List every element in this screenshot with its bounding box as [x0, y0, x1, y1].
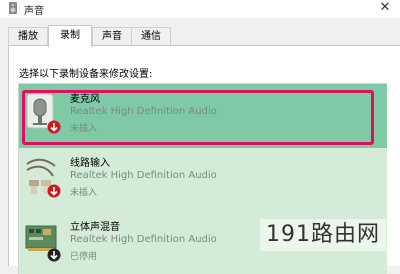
device-line-in[interactable]: 线路输入 Realtek High Definition Audio 未插入: [19, 148, 387, 212]
device-description: Realtek High Definition Audio: [70, 234, 217, 245]
tab-recording[interactable]: 录制: [48, 25, 92, 47]
window-title: 声音: [24, 6, 44, 17]
selection-highlight-frame: [22, 90, 374, 145]
tab-playback[interactable]: 播放: [8, 27, 48, 45]
device-description: Realtek High Definition Audio: [70, 170, 217, 181]
device-name: 线路输入: [70, 158, 110, 169]
close-button[interactable]: ✕: [370, 0, 400, 18]
device-status: 未插入: [70, 188, 98, 198]
device-status: 已停用: [70, 252, 98, 262]
unplugged-arrow-icon: [47, 184, 61, 198]
disabled-arrow-icon: [47, 248, 61, 262]
tab-sounds[interactable]: 声音: [92, 27, 132, 45]
watermark: 191路由网: [260, 219, 386, 251]
instruction-text: 选择以下录制设备来修改设置:: [19, 69, 153, 80]
device-name: 立体声混音: [70, 222, 120, 233]
speaker-icon: [9, 2, 17, 14]
title-bar: 声音 ✕: [0, 0, 400, 18]
tab-communications[interactable]: 通信: [131, 27, 171, 45]
